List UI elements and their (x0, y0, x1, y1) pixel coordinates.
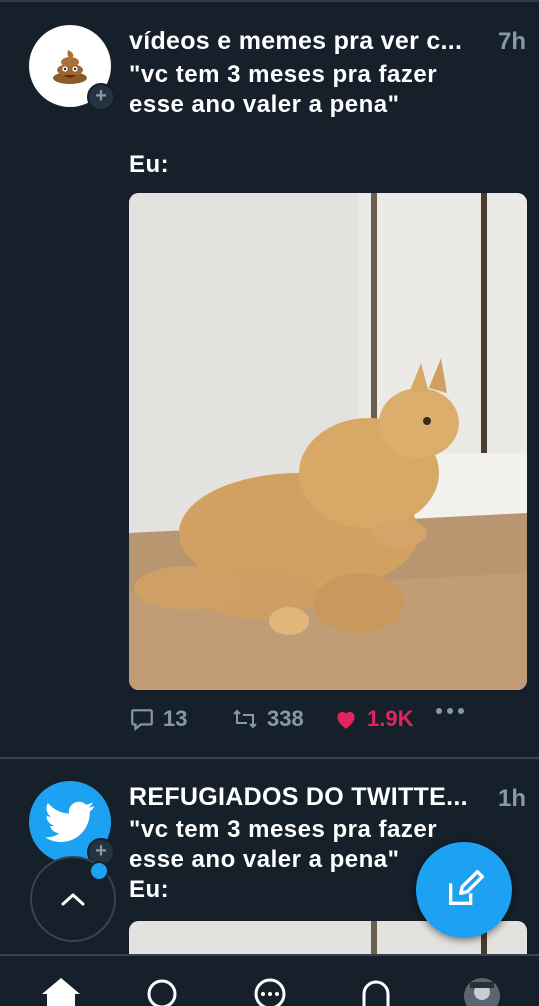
reply-count: 13 (163, 706, 188, 731)
reply-button[interactable]: 13 (129, 706, 187, 732)
cat-gif-image (129, 193, 527, 690)
tweet-actions: 13 338 1.9K (129, 706, 529, 740)
like-count: 1.9K (367, 706, 414, 731)
compose-icon (449, 870, 484, 905)
poop-emoji-icon (53, 50, 87, 84)
tweet-text: "vc tem 3 meses pra fazer esse ano valer… (129, 61, 438, 178)
retweet-count: 338 (267, 706, 304, 731)
author-name[interactable]: vídeos e memes pra ver c... (129, 27, 489, 56)
like-button[interactable]: 1.9K (333, 706, 413, 732)
tweet-media-gif[interactable] (129, 193, 527, 690)
notifications-icon[interactable] (356, 976, 396, 1006)
compose-tweet-button[interactable] (416, 842, 512, 938)
more-options-button[interactable] (435, 706, 473, 716)
retweet-icon (233, 709, 257, 729)
search-icon[interactable] (144, 976, 184, 1006)
chevron-up-icon (61, 893, 85, 906)
more-dots-icon (436, 708, 464, 714)
timestamp: 1h (497, 785, 526, 812)
heart-icon (337, 711, 355, 729)
retweet-button[interactable]: 338 (231, 706, 304, 732)
profile-avatar-icon[interactable] (462, 976, 502, 1006)
follow-plus-icon[interactable]: + (87, 83, 115, 111)
bottom-navigation (0, 954, 539, 1006)
timestamp: 7h (497, 28, 526, 55)
new-tweets-indicator (89, 861, 109, 881)
tweet[interactable]: + vídeos e memes pra ver c... 7h "vc tem… (0, 0, 539, 757)
home-icon[interactable] (40, 976, 82, 1006)
twitter-bird-icon (45, 801, 95, 842)
spaces-icon[interactable] (250, 976, 290, 1006)
reply-icon (131, 709, 153, 732)
author-name[interactable]: REFUGIADOS DO TWITTE... (129, 783, 489, 812)
